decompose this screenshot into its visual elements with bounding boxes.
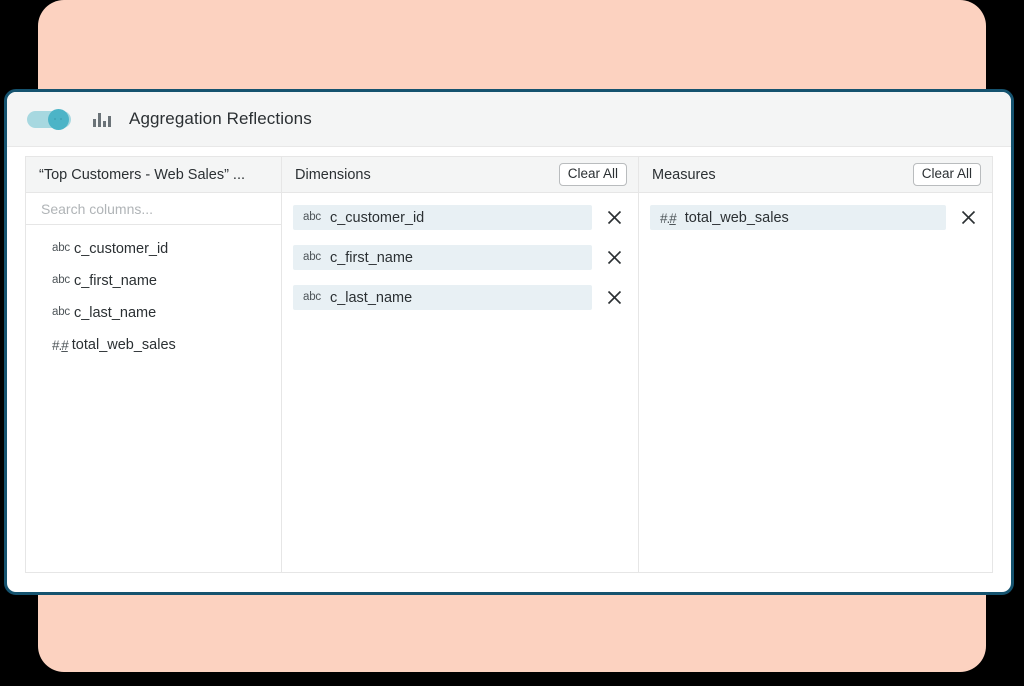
aggregation-reflections-toggle[interactable] — [27, 109, 71, 129]
dimension-chip-label: c_first_name — [330, 250, 413, 266]
list-item-label: c_last_name — [74, 305, 156, 321]
measures-clear-all-button[interactable]: Clear All — [913, 163, 981, 186]
dimension-chip[interactable]: abc c_first_name — [293, 245, 592, 270]
list-item[interactable]: abc c_last_name — [26, 297, 281, 329]
abc-type-icon: abc — [52, 275, 70, 287]
list-item[interactable]: abc c_customer_id — [26, 233, 281, 265]
list-item: abc c_first_name — [282, 242, 638, 273]
dimension-chip[interactable]: abc c_last_name — [293, 285, 592, 310]
list-item: #.# total_web_sales — [639, 202, 992, 233]
dimension-chip[interactable]: abc c_customer_id — [293, 205, 592, 230]
search-input[interactable] — [39, 200, 268, 218]
dimensions-panel-title: Dimensions — [295, 167, 371, 183]
list-item: abc c_last_name — [282, 282, 638, 313]
remove-dimension-icon[interactable] — [600, 244, 628, 272]
aggregation-reflections-dialog: Aggregation Reflections “Top Customers -… — [4, 89, 1014, 595]
abc-type-icon: abc — [52, 307, 70, 319]
dialog-header: Aggregation Reflections — [7, 92, 1011, 147]
abc-type-icon: abc — [303, 252, 321, 264]
abc-type-icon: abc — [303, 292, 321, 304]
list-item-label: c_customer_id — [74, 241, 168, 257]
source-columns-panel: “Top Customers - Web Sales” ... abc c_cu… — [26, 157, 282, 572]
screen: Aggregation Reflections “Top Customers -… — [0, 0, 1024, 686]
bar-chart-icon — [93, 111, 111, 127]
measure-chip-label: total_web_sales — [685, 210, 789, 226]
source-panel-title: “Top Customers - Web Sales” ... — [39, 167, 245, 183]
list-item[interactable]: abc c_first_name — [26, 265, 281, 297]
dimensions-panel-header: Dimensions Clear All — [282, 157, 638, 193]
number-type-icon: #.# — [660, 212, 676, 226]
dimension-chip-label: c_customer_id — [330, 210, 424, 226]
dialog-title: Aggregation Reflections — [129, 109, 312, 129]
remove-dimension-icon[interactable] — [600, 204, 628, 232]
dimensions-chip-list: abc c_customer_id abc c_first_name — [282, 193, 638, 572]
measures-chip-list: #.# total_web_sales — [639, 193, 992, 572]
search-columns-box[interactable] — [26, 193, 281, 225]
dimensions-clear-all-button[interactable]: Clear All — [559, 163, 627, 186]
measures-panel-title: Measures — [652, 167, 716, 183]
dimension-chip-label: c_last_name — [330, 290, 412, 306]
measures-panel: Measures Clear All #.# total_web_sales — [639, 157, 992, 572]
dimensions-panel: Dimensions Clear All abc c_customer_id — [282, 157, 639, 572]
list-item-label: total_web_sales — [72, 337, 176, 353]
toggle-knob — [48, 109, 69, 130]
remove-measure-icon[interactable] — [954, 204, 982, 232]
measures-panel-header: Measures Clear All — [639, 157, 992, 193]
abc-type-icon: abc — [303, 212, 321, 224]
abc-type-icon: abc — [52, 243, 70, 255]
list-item-label: c_first_name — [74, 273, 157, 289]
measure-chip[interactable]: #.# total_web_sales — [650, 205, 946, 230]
list-item: abc c_customer_id — [282, 202, 638, 233]
source-panel-header: “Top Customers - Web Sales” ... — [26, 157, 281, 193]
number-type-icon: #.# — [52, 339, 68, 353]
list-item[interactable]: #.# total_web_sales — [26, 329, 281, 361]
dialog-body: “Top Customers - Web Sales” ... abc c_cu… — [25, 156, 993, 573]
remove-dimension-icon[interactable] — [600, 284, 628, 312]
source-column-list: abc c_customer_id abc c_first_name abc c… — [26, 225, 281, 572]
